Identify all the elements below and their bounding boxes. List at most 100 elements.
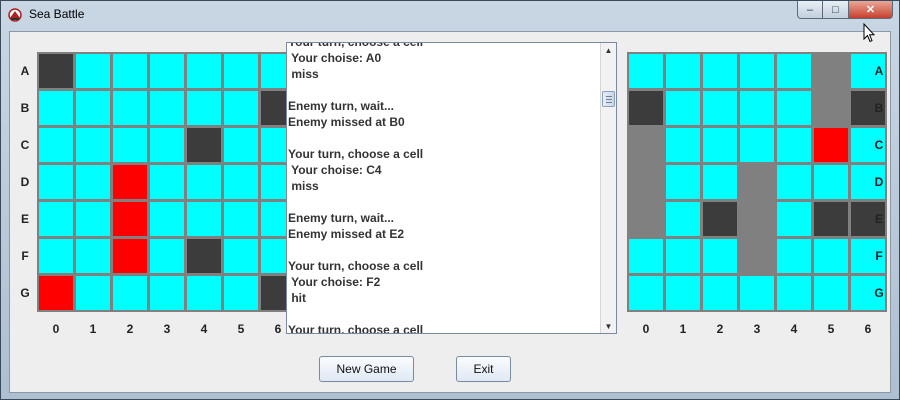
- enemy-cell-F1[interactable]: [666, 239, 700, 273]
- enemy-cell-G3[interactable]: [740, 276, 774, 310]
- player-cell-F5[interactable]: [224, 239, 258, 273]
- enemy-cell-C2[interactable]: [703, 128, 737, 162]
- player-cell-C2[interactable]: [113, 128, 147, 162]
- minimize-button[interactable]: –: [797, 1, 823, 19]
- scroll-up-arrow-icon[interactable]: ▲: [601, 43, 616, 57]
- enemy-cell-E4[interactable]: [777, 202, 811, 236]
- player-cell-G2[interactable]: [113, 276, 147, 310]
- player-cell-F3[interactable]: [150, 239, 184, 273]
- enemy-cell-B3[interactable]: [740, 91, 774, 125]
- enemy-cell-C4[interactable]: [777, 128, 811, 162]
- scroll-down-arrow-icon[interactable]: ▼: [601, 319, 616, 333]
- enemy-cell-E5[interactable]: [814, 202, 848, 236]
- enemy-cell-B1[interactable]: [666, 91, 700, 125]
- enemy-cell-A5[interactable]: [814, 54, 848, 88]
- player-cell-G0[interactable]: [39, 276, 73, 310]
- scroll-thumb[interactable]: [602, 91, 615, 107]
- player-cell-E3[interactable]: [150, 202, 184, 236]
- enemy-cell-C5[interactable]: [814, 128, 848, 162]
- title-bar[interactable]: Sea Battle – □ ✕: [1, 1, 899, 29]
- enemy-cell-E3[interactable]: [740, 202, 774, 236]
- enemy-cell-G4[interactable]: [777, 276, 811, 310]
- enemy-cell-A4[interactable]: [777, 54, 811, 88]
- player-cell-F0[interactable]: [39, 239, 73, 273]
- player-cell-D1[interactable]: [76, 165, 110, 199]
- player-cell-A4[interactable]: [187, 54, 221, 88]
- enemy-cell-D1[interactable]: [666, 165, 700, 199]
- player-cell-E2[interactable]: [113, 202, 147, 236]
- game-log-panel[interactable]: Your turn, choose a cell Your choise: A0…: [286, 42, 617, 334]
- new-game-button[interactable]: New Game: [319, 356, 414, 382]
- player-cell-F2[interactable]: [113, 239, 147, 273]
- player-cell-A0[interactable]: [39, 54, 73, 88]
- enemy-cell-B2[interactable]: [703, 91, 737, 125]
- enemy-cell-B5[interactable]: [814, 91, 848, 125]
- player-cell-D3[interactable]: [150, 165, 184, 199]
- player-cell-B3[interactable]: [150, 91, 184, 125]
- player-cell-B4[interactable]: [187, 91, 221, 125]
- player-cell-B2[interactable]: [113, 91, 147, 125]
- enemy-cell-F4[interactable]: [777, 239, 811, 273]
- player-cell-C3[interactable]: [150, 128, 184, 162]
- enemy-cell-D5[interactable]: [814, 165, 848, 199]
- enemy-cell-A0[interactable]: [629, 54, 663, 88]
- enemy-cell-G1[interactable]: [666, 276, 700, 310]
- enemy-cell-D0[interactable]: [629, 165, 663, 199]
- player-cell-B1[interactable]: [76, 91, 110, 125]
- close-button[interactable]: ✕: [849, 1, 893, 19]
- player-cell-A2[interactable]: [113, 54, 147, 88]
- enemy-cell-D3[interactable]: [740, 165, 774, 199]
- player-cell-A5[interactable]: [224, 54, 258, 88]
- enemy-cell-C0[interactable]: [629, 128, 663, 162]
- enemy-cell-G0[interactable]: [629, 276, 663, 310]
- player-cell-G3[interactable]: [150, 276, 184, 310]
- log-line: Your turn, choose a cell: [288, 323, 424, 333]
- enemy-cell-A2[interactable]: [703, 54, 737, 88]
- enemy-cell-C3[interactable]: [740, 128, 774, 162]
- enemy-cell-A1[interactable]: [666, 54, 700, 88]
- maximize-button[interactable]: □: [823, 1, 849, 19]
- player-cell-D0[interactable]: [39, 165, 73, 199]
- enemy-cell-G5[interactable]: [814, 276, 848, 310]
- player-cell-B0[interactable]: [39, 91, 73, 125]
- exit-button[interactable]: Exit: [456, 356, 511, 382]
- enemy-cell-G2[interactable]: [703, 276, 737, 310]
- player-cell-A3[interactable]: [150, 54, 184, 88]
- player-cell-C0[interactable]: [39, 128, 73, 162]
- player-board[interactable]: [37, 52, 297, 312]
- enemy-cell-B4[interactable]: [777, 91, 811, 125]
- player-cell-D5[interactable]: [224, 165, 258, 199]
- player-cell-E4[interactable]: [187, 202, 221, 236]
- enemy-cell-F2[interactable]: [703, 239, 737, 273]
- player-column-labels: 0123456: [39, 322, 295, 336]
- enemy-cell-F0[interactable]: [629, 239, 663, 273]
- player-cell-G4[interactable]: [187, 276, 221, 310]
- enemy-cell-F3[interactable]: [740, 239, 774, 273]
- player-cell-C5[interactable]: [224, 128, 258, 162]
- player-cell-G5[interactable]: [224, 276, 258, 310]
- enemy-cell-E1[interactable]: [666, 202, 700, 236]
- enemy-cell-E0[interactable]: [629, 202, 663, 236]
- enemy-cell-D4[interactable]: [777, 165, 811, 199]
- player-cell-F1[interactable]: [76, 239, 110, 273]
- player-cell-D2[interactable]: [113, 165, 147, 199]
- enemy-cell-C1[interactable]: [666, 128, 700, 162]
- player-cell-E1[interactable]: [76, 202, 110, 236]
- player-cell-E0[interactable]: [39, 202, 73, 236]
- enemy-cell-B0[interactable]: [629, 91, 663, 125]
- log-scrollbar[interactable]: ▲ ▼: [600, 43, 616, 333]
- enemy-board[interactable]: [627, 52, 887, 312]
- enemy-cell-D2[interactable]: [703, 165, 737, 199]
- player-cell-G1[interactable]: [76, 276, 110, 310]
- enemy-cell-F5[interactable]: [814, 239, 848, 273]
- enemy-cell-E2[interactable]: [703, 202, 737, 236]
- player-cell-F4[interactable]: [187, 239, 221, 273]
- player-cell-B5[interactable]: [224, 91, 258, 125]
- enemy-cell-A3[interactable]: [740, 54, 774, 88]
- player-cell-D4[interactable]: [187, 165, 221, 199]
- player-cell-E5[interactable]: [224, 202, 258, 236]
- player-cell-C4[interactable]: [187, 128, 221, 162]
- player-cell-A1[interactable]: [76, 54, 110, 88]
- player-cell-C1[interactable]: [76, 128, 110, 162]
